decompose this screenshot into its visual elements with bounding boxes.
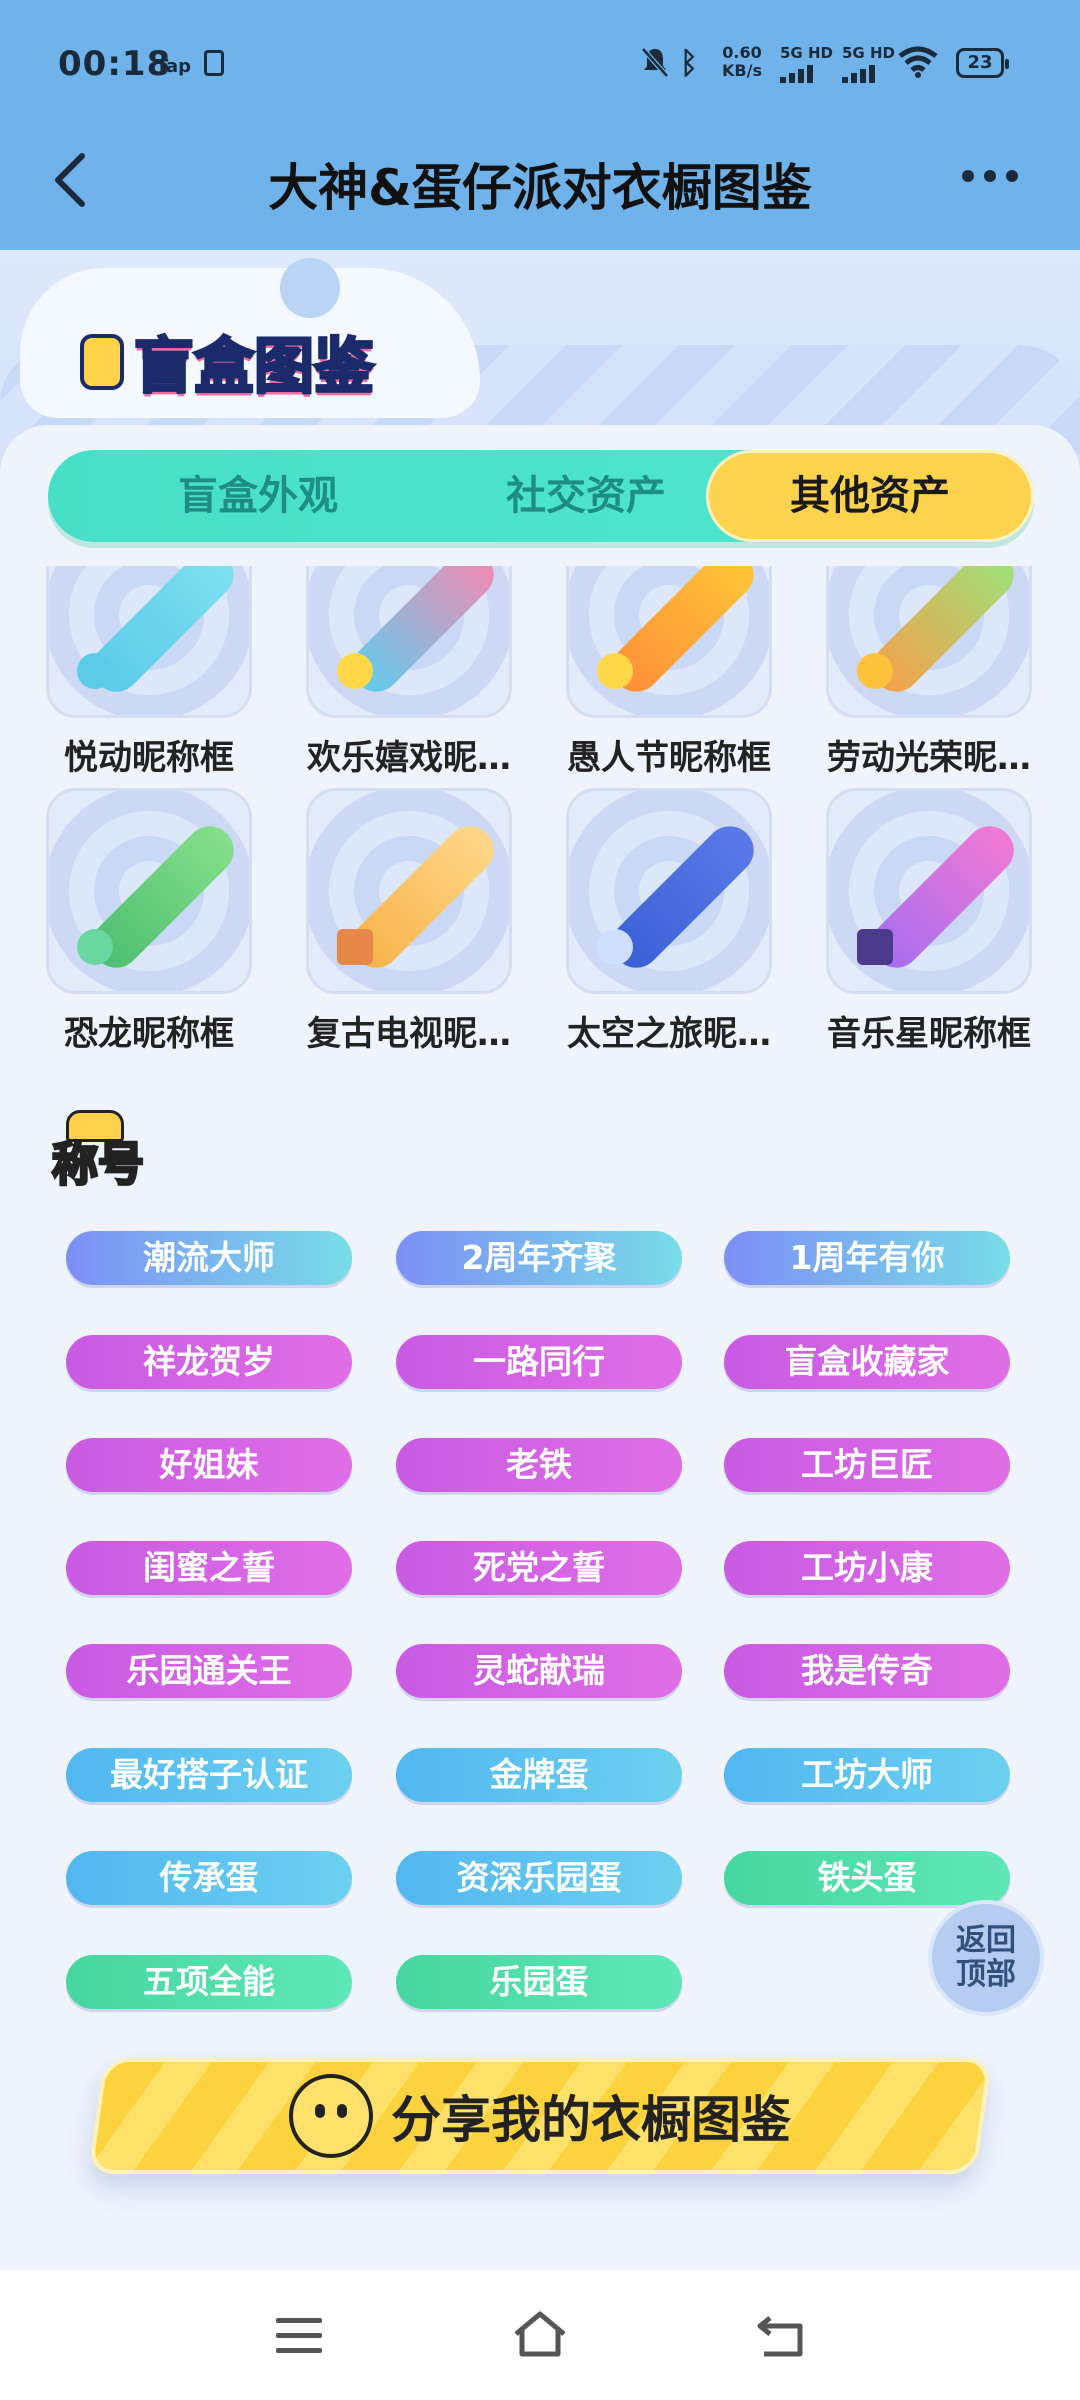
back-to-top-button[interactable]: 返回 顶部 [928, 1900, 1044, 2016]
document-icon [204, 50, 224, 76]
frame-name: 音乐星昵称框 [827, 1014, 1031, 1054]
title-badge[interactable]: 2周年齐聚 [396, 1231, 682, 1285]
share-button-content[interactable]: 分享我的衣橱图鉴 [96, 2058, 984, 2174]
category-tabs: 盲盒外观 社交资产 其他资产 [48, 450, 1034, 542]
back-to-top-line1: 返回 [956, 1923, 1016, 1958]
frame-thumbnail [826, 566, 1032, 718]
frame-thumbnail [566, 788, 772, 994]
frame-thumbnail [826, 788, 1032, 994]
nickname-frame-item[interactable]: 悦动昵称框 [46, 566, 252, 779]
nickname-frame-item[interactable]: 愚人节昵称框 [566, 566, 772, 779]
title-badge[interactable]: 一路同行 [396, 1335, 682, 1389]
speed-value: 0.60 [722, 43, 762, 62]
page-title: 大神&蛋仔派对衣橱图鉴 [268, 159, 812, 217]
battery-indicator: 23 [956, 48, 1009, 78]
title-badge[interactable]: 金牌蛋 [396, 1748, 682, 1802]
nickname-frame-item[interactable]: 复古电视昵… [306, 788, 512, 1055]
sim2-label: 5G HD [842, 44, 895, 62]
title-badge[interactable]: 工坊大师 [724, 1748, 1010, 1802]
recent-apps-button[interactable] [276, 2318, 322, 2363]
frame-name: 复古电视昵… [307, 1014, 511, 1054]
title-badge[interactable]: 乐园蛋 [396, 1955, 682, 2009]
frame-thumbnail [306, 788, 512, 994]
title-badge[interactable]: 工坊小康 [724, 1541, 1010, 1595]
back-to-top-line2: 顶部 [956, 1957, 1016, 1992]
blindbox-catalog-heading: 盲盒图鉴 [80, 318, 376, 405]
title-badge[interactable]: 铁头蛋 [724, 1851, 1010, 1905]
title-badge[interactable]: 资深乐园蛋 [396, 1851, 682, 1905]
frame-name: 劳动光荣昵… [827, 738, 1031, 778]
title-badge[interactable]: 1周年有你 [724, 1231, 1010, 1285]
title-badge[interactable]: 最好搭子认证 [66, 1748, 352, 1802]
status-time: 00:18 [58, 44, 172, 84]
frame-name: 愚人节昵称框 [567, 738, 771, 778]
nickname-frame-item[interactable]: 恐龙昵称框 [46, 788, 252, 1055]
mute-bell-icon [641, 47, 669, 78]
nickname-frame-item[interactable]: 劳动光荣昵… [826, 566, 1032, 779]
signal-sim2: 5G HD [842, 44, 895, 83]
title-badge[interactable]: 乐园通关王 [66, 1644, 352, 1698]
title-badge[interactable]: 好姐妹 [66, 1438, 352, 1492]
share-button-label: 分享我的衣橱图鉴 [391, 2091, 791, 2149]
system-navigation-bar [0, 2270, 1080, 2400]
nickname-frame-item[interactable]: 太空之旅昵… [566, 788, 772, 1055]
frame-thumbnail [566, 566, 772, 718]
egg-mascot-icon [289, 2074, 373, 2158]
speed-unit: KB/s [722, 61, 762, 80]
tab-other-assets[interactable]: 其他资产 [706, 450, 1034, 542]
frame-thumbnail [46, 788, 252, 994]
cloud-bubble-decoration [280, 258, 340, 318]
title-badge[interactable]: 我是传奇 [724, 1644, 1010, 1698]
title-badge[interactable]: 闺蜜之誓 [66, 1541, 352, 1595]
title-badge[interactable]: 工坊巨匠 [724, 1438, 1010, 1492]
blindbox-lock-icon [80, 333, 124, 390]
title-badge[interactable]: 老铁 [396, 1438, 682, 1492]
frame-name: 太空之旅昵… [567, 1014, 771, 1054]
bluetooth-icon: ᛒ [680, 46, 698, 81]
network-speed: 0.60 KB/s [722, 44, 762, 80]
frame-thumbnail [46, 566, 252, 718]
tab-blindbox-appearance[interactable]: 盲盒外观 [94, 450, 422, 542]
tab-social-assets[interactable]: 社交资产 [422, 450, 750, 542]
app-tag: Tap [156, 56, 191, 77]
status-bar: 00:18 Tap ᛒ 0.60 KB/s 5G HD 5G HD 23 [0, 0, 1080, 130]
title-badge[interactable]: 传承蛋 [66, 1851, 352, 1905]
title-badge[interactable]: 灵蛇献瑞 [396, 1644, 682, 1698]
nickname-frame-item[interactable]: 欢乐嬉戏昵… [306, 566, 512, 779]
title-badge[interactable]: 祥龙贺岁 [66, 1335, 352, 1389]
more-options-button[interactable] [962, 170, 1018, 182]
titles-heading-text: 称号 [51, 1136, 146, 1193]
frame-thumbnail [306, 566, 512, 718]
top-bar: 00:18 Tap ᛒ 0.60 KB/s 5G HD 5G HD 23 大神&… [0, 0, 1080, 250]
title-badge[interactable]: 五项全能 [66, 1955, 352, 2009]
signal-sim1: 5G HD [780, 44, 833, 83]
title-badge[interactable]: 潮流大师 [66, 1231, 352, 1285]
system-back-button[interactable] [756, 2314, 806, 2358]
home-button[interactable] [510, 2310, 570, 2360]
frame-name: 恐龙昵称框 [64, 1014, 234, 1054]
blindbox-heading-text: 盲盒图鉴 [133, 331, 376, 404]
title-badge[interactable]: 死党之誓 [396, 1541, 682, 1595]
frame-name: 悦动昵称框 [64, 738, 234, 778]
wifi-icon [898, 46, 938, 78]
sim1-label: 5G HD [780, 44, 833, 62]
title-badge[interactable]: 盲盒收藏家 [724, 1335, 1010, 1389]
nickname-frame-item[interactable]: 音乐星昵称框 [826, 788, 1032, 1055]
frame-name: 欢乐嬉戏昵… [307, 738, 511, 778]
